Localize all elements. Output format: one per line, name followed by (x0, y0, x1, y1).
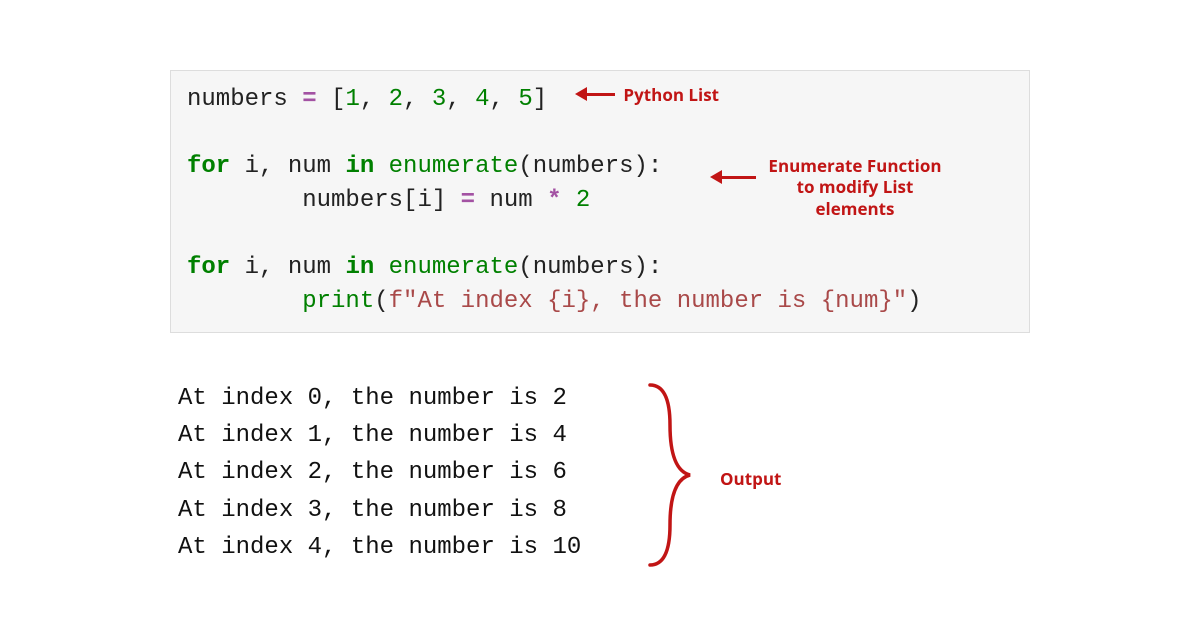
brace-icon (640, 380, 700, 570)
output-line: At index 2, the number is 6 (178, 454, 581, 491)
annotation-label: Output (720, 467, 781, 490)
annotation-python-list: Python List (575, 82, 719, 105)
arrow-icon (710, 165, 756, 186)
code-blank-2 (187, 217, 1013, 251)
output-line: At index 4, the number is 10 (178, 529, 581, 566)
output-line: At index 1, the number is 4 (178, 417, 581, 454)
arrow-icon (575, 82, 615, 103)
assign-op: = (302, 86, 316, 113)
output-block: At index 0, the number is 2 At index 1, … (178, 380, 581, 566)
annotation-output: Output (720, 468, 781, 489)
output-line: At index 0, the number is 2 (178, 380, 581, 417)
output-line: At index 3, the number is 8 (178, 492, 581, 529)
annotation-label: Python List (623, 83, 719, 106)
code-blank-1 (187, 117, 1013, 151)
var-name: numbers (187, 86, 302, 113)
annotation-enumerate: Enumerate Function to modify List elemen… (710, 155, 942, 219)
code-line-4: for i, num in enumerate(numbers): (187, 251, 1013, 285)
code-line-5: print(f"At index {i}, the number is {num… (187, 285, 1013, 319)
annotation-label-group: Enumerate Function to modify List elemen… (768, 155, 941, 219)
